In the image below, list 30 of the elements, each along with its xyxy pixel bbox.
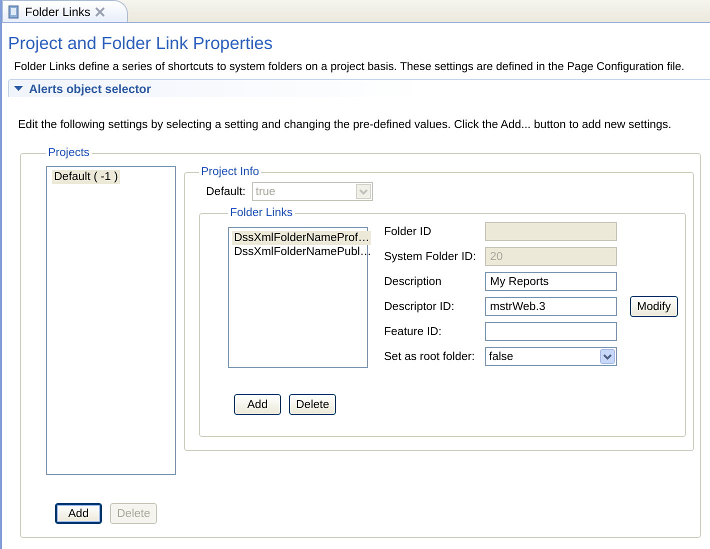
button[interactable]: Delete bbox=[289, 394, 336, 415]
button[interactable]: Add bbox=[55, 503, 102, 524]
page-title: Project and Folder Link Properties bbox=[8, 33, 274, 55]
list-item[interactable]: Default ( -1 ) bbox=[52, 170, 120, 184]
section-header[interactable]: Alerts object selector bbox=[8, 79, 710, 97]
document-icon bbox=[8, 4, 20, 18]
group-label: Folder Links bbox=[229, 207, 294, 219]
instructions-text: Edit the following settings by selecting a setting and changing the pre-defined values. Click the Add... button to add new settings. bbox=[18, 119, 672, 133]
field-label: Default: bbox=[206, 186, 246, 198]
field-label: System Folder ID: bbox=[384, 250, 478, 262]
field-label: Folder ID bbox=[384, 226, 432, 238]
list-item[interactable]: DssXmlFolderNamePubl… bbox=[232, 245, 374, 259]
button[interactable]: Add bbox=[234, 394, 281, 415]
field-label: Description bbox=[384, 276, 443, 288]
close-icon[interactable] bbox=[95, 6, 106, 16]
input-field[interactable]: mstrWeb.3 bbox=[485, 297, 617, 316]
editor-tab[interactable]: Folder Links bbox=[2, 0, 128, 22]
group-label: Project Info bbox=[200, 166, 260, 178]
list-item[interactable]: DssXmlFolderNameProf… bbox=[232, 231, 372, 245]
input-field[interactable] bbox=[485, 322, 617, 341]
group-label: Projects bbox=[47, 147, 91, 159]
triangle-icon[interactable] bbox=[14, 84, 23, 93]
input-field[interactable]: My Reports bbox=[485, 272, 617, 291]
caret-icon[interactable] bbox=[600, 349, 615, 364]
field-label: Feature ID: bbox=[384, 326, 443, 338]
field-label: Descriptor ID: bbox=[384, 300, 456, 312]
dropdown[interactable]: false bbox=[485, 347, 617, 366]
field-label: Set as root folder: bbox=[384, 350, 476, 362]
button[interactable]: Modify bbox=[630, 296, 678, 317]
description-text: Folder Links define a series of shortcuts to system folders on a project basis. These settings are defined in the Page Configuration file. bbox=[14, 61, 686, 75]
